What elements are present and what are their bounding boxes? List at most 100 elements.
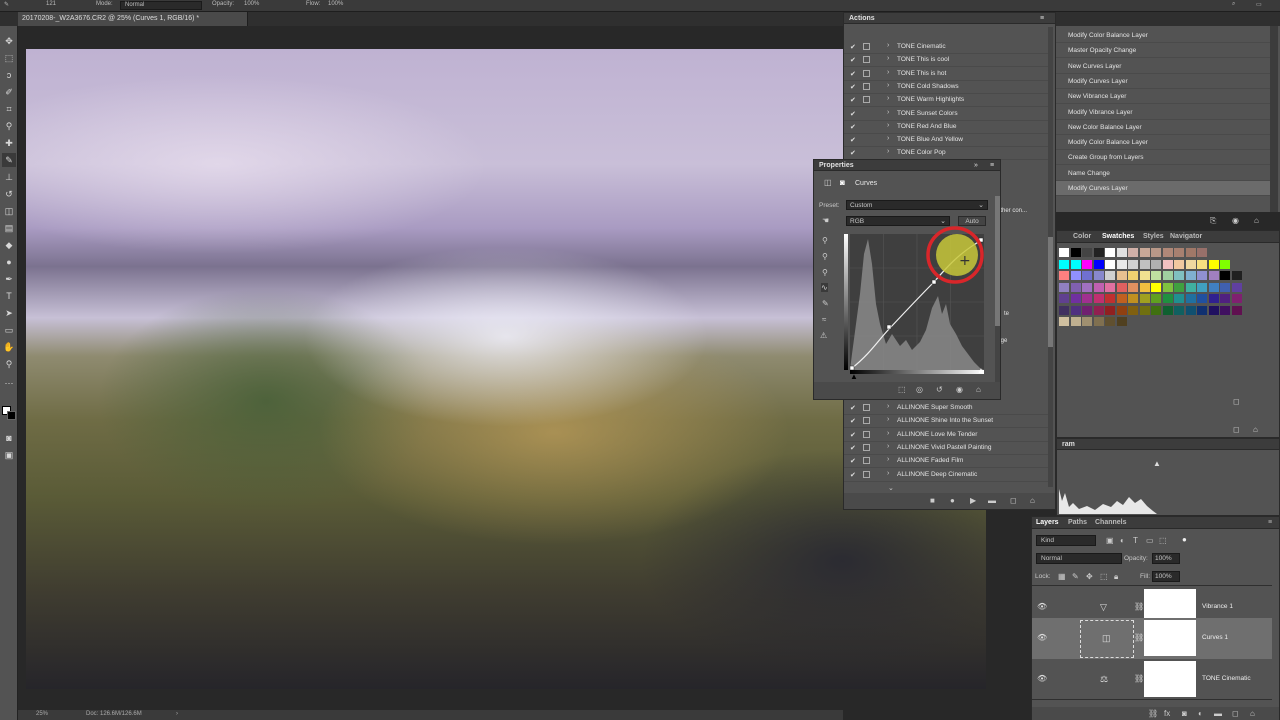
swatch[interactable] <box>1139 271 1150 280</box>
swatch[interactable] <box>1059 271 1069 280</box>
swatch[interactable] <box>1105 259 1115 269</box>
check-icon[interactable]: ✔ <box>850 444 856 452</box>
clipping-warning-icon[interactable]: ⚠︎ <box>820 331 827 340</box>
swatch[interactable] <box>1197 259 1207 269</box>
pencil-draw-icon[interactable]: ✎ <box>822 299 829 308</box>
swatch[interactable] <box>1151 248 1161 257</box>
swatch[interactable] <box>1162 282 1173 292</box>
new-layer-icon[interactable]: ◻ <box>1232 709 1239 718</box>
brush-tool-icon[interactable]: ✎ <box>2 153 16 167</box>
chevron-right-icon[interactable]: › <box>887 69 889 76</box>
gradient-tool-icon[interactable]: ▤ <box>2 221 16 235</box>
action-item[interactable]: ✔ › TONE This is hot <box>844 68 1048 81</box>
filter-toggle-icon[interactable]: ● <box>1182 535 1187 544</box>
chevron-right-icon[interactable]: › <box>887 95 889 102</box>
eye-icon[interactable]: 👁︎ <box>1037 674 1047 683</box>
snapshot-icon[interactable]: ◉ <box>1232 216 1239 225</box>
swatch[interactable] <box>1174 271 1184 280</box>
collapse-icon[interactable]: » <box>974 162 978 169</box>
dialog-toggle-icon[interactable] <box>863 443 870 451</box>
pixel-filter-icon[interactable]: ▣ <box>1106 536 1114 545</box>
swatch[interactable] <box>1208 271 1219 280</box>
swatch[interactable] <box>1162 248 1173 257</box>
scrollbar-thumb[interactable] <box>1048 237 1053 347</box>
swatch[interactable] <box>1082 271 1092 280</box>
tab-channels[interactable]: Channels <box>1095 519 1127 526</box>
play-icon[interactable]: ▶ <box>970 496 976 505</box>
fx-icon[interactable]: fx <box>1164 709 1170 718</box>
dialog-toggle-icon[interactable] <box>863 404 870 411</box>
move-tool-icon[interactable]: ✥ <box>2 34 16 48</box>
action-item[interactable]: ✔ › ALLINONE Faded Film <box>844 455 1048 469</box>
swatch[interactable] <box>1162 305 1173 315</box>
action-item[interactable]: ✔ › ALLINONE Vivid Pastell Painting <box>844 442 1048 455</box>
swatch[interactable] <box>1116 271 1127 280</box>
swatch[interactable] <box>1059 294 1069 303</box>
new-swatch-icon[interactable]: ◻ <box>1233 425 1240 434</box>
swatch[interactable] <box>1070 259 1081 269</box>
fill-field[interactable]: 100% <box>1152 571 1180 582</box>
swatch[interactable] <box>1197 282 1207 292</box>
blend-mode-select[interactable]: Normal <box>1036 553 1122 564</box>
swatch[interactable] <box>1151 259 1161 269</box>
pen-tool-icon[interactable]: ✒ <box>2 272 16 286</box>
preset-select[interactable]: Custom ⌄ <box>846 200 988 210</box>
dialog-toggle-icon[interactable] <box>863 43 870 50</box>
swatch[interactable] <box>1139 248 1150 257</box>
swatch[interactable] <box>1105 317 1115 326</box>
swatch[interactable] <box>1093 259 1104 269</box>
swatch[interactable] <box>1220 271 1230 280</box>
black-point-eyedropper-icon[interactable]: ⚲ <box>822 236 828 245</box>
swatch[interactable] <box>1059 317 1069 326</box>
layer-filter-select[interactable]: Kind <box>1036 535 1096 546</box>
history-scrollbar[interactable] <box>1270 26 1278 212</box>
swatch[interactable] <box>1059 282 1069 292</box>
swatch[interactable] <box>1139 282 1150 292</box>
smart-filter-icon[interactable]: ⬚ <box>1159 536 1167 545</box>
layer-row-selected[interactable]: 👁︎ ◫ ⛓︎ Curves 1 <box>1032 618 1272 659</box>
trash-icon[interactable]: ⌂ <box>1250 709 1255 718</box>
chevron-right-icon[interactable]: › <box>887 135 889 142</box>
lasso-tool-icon[interactable]: ↄ <box>2 68 16 82</box>
chevron-right-icon[interactable]: › <box>887 443 889 450</box>
panel-menu-icon[interactable]: ≡ <box>1268 519 1272 526</box>
add-mask-icon[interactable]: ◙ <box>1182 709 1187 718</box>
check-icon[interactable]: ✔ <box>850 457 856 465</box>
adjustment-filter-icon[interactable]: ◐ <box>1120 536 1125 545</box>
swatch[interactable] <box>1070 317 1081 326</box>
swatch[interactable] <box>1197 294 1207 303</box>
trash-icon[interactable]: ⌂ <box>976 385 981 394</box>
chevron-right-icon[interactable]: › <box>887 109 889 116</box>
chevron-right-icon[interactable]: › <box>887 55 889 62</box>
check-icon[interactable]: ✔ <box>850 149 856 157</box>
check-icon[interactable]: ✔ <box>850 123 856 131</box>
marquee-tool-icon[interactable]: ⬚ <box>2 51 16 65</box>
mask-icon[interactable]: ◙ <box>840 178 845 187</box>
history-item[interactable]: New Curves Layer <box>1056 59 1270 74</box>
trash-icon[interactable]: ⌂ <box>1254 216 1259 225</box>
action-item[interactable]: ✔ › ALLINONE Shine Into the Sunset <box>844 415 1048 429</box>
stop-icon[interactable]: ■ <box>930 496 935 505</box>
layer-name[interactable]: Curves 1 <box>1202 634 1228 641</box>
lock-transparent-icon[interactable]: ▦ <box>1058 572 1066 581</box>
swatch[interactable] <box>1082 248 1092 257</box>
history-item[interactable]: New Color Balance Layer <box>1056 120 1270 135</box>
swatch[interactable] <box>1174 282 1184 292</box>
swatch[interactable] <box>1116 282 1127 292</box>
swatch[interactable] <box>1231 282 1242 292</box>
opacity-field[interactable]: 100% <box>1152 553 1180 564</box>
swatch[interactable] <box>1151 294 1161 303</box>
layer-mask-thumbnail[interactable] <box>1144 661 1196 697</box>
new-action-icon[interactable]: ◻ <box>1010 496 1017 505</box>
swatch[interactable] <box>1220 305 1230 315</box>
swatch[interactable] <box>1174 305 1184 315</box>
layer-row[interactable]: 👁︎ ⚖︎ ⛓︎ TONE Cinematic <box>1032 659 1272 700</box>
swatch[interactable] <box>1116 259 1127 269</box>
chevron-right-icon[interactable]: › <box>887 148 889 155</box>
chevron-right-icon[interactable]: › <box>887 430 889 437</box>
panel-menu-icon[interactable]: ≡ <box>990 162 994 169</box>
dialog-toggle-icon[interactable] <box>863 430 870 438</box>
action-item[interactable]: ✔ › TONE Red And Blue <box>844 121 1048 134</box>
stamp-tool-icon[interactable]: ⊥ <box>2 170 16 184</box>
chevron-right-icon[interactable]: › <box>176 711 178 717</box>
